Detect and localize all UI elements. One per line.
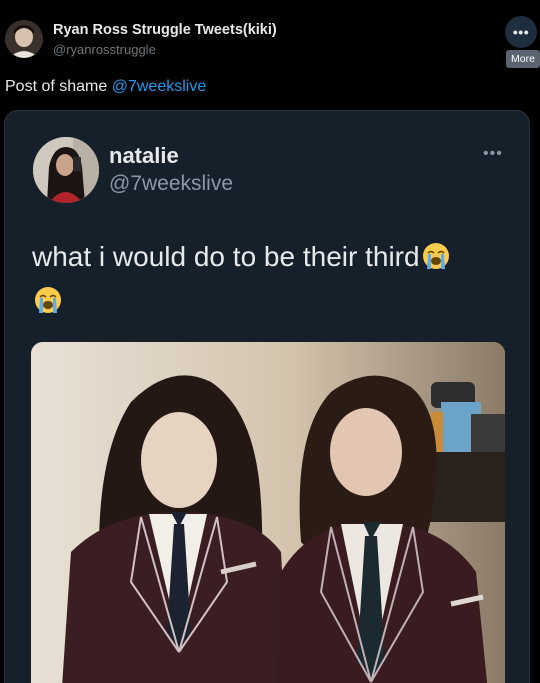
more-horizontal-icon: ••• xyxy=(512,24,530,40)
quoted-tweet-card[interactable]: natalie @7weekslive ••• what i would do … xyxy=(4,110,530,683)
loudly-crying-face-icon xyxy=(35,287,61,313)
author-handle[interactable]: @ryanrosstruggle xyxy=(53,42,156,57)
more-button[interactable]: ••• xyxy=(505,16,537,48)
tweet-header: Ryan Ross Struggle Tweets(kiki) @ryanros… xyxy=(0,0,540,76)
quoted-avatar[interactable] xyxy=(33,137,99,203)
more-horizontal-icon[interactable]: ••• xyxy=(483,145,503,163)
author-name[interactable]: Ryan Ross Struggle Tweets(kiki) xyxy=(53,22,277,38)
post-text: Post of shame @7weekslive xyxy=(5,78,206,96)
avatar[interactable] xyxy=(5,20,43,58)
mention-link[interactable]: @7weekslive xyxy=(112,78,207,95)
quoted-author-name[interactable]: natalie xyxy=(109,143,179,169)
loudly-crying-face-icon xyxy=(422,243,449,269)
quoted-tweet-text: what i would do to be their third xyxy=(32,235,512,323)
post-text-prefix: Post of shame xyxy=(5,78,112,95)
quoted-author-handle[interactable]: @7weekslive xyxy=(109,172,233,196)
quoted-tweet-photo[interactable] xyxy=(31,342,505,683)
more-tooltip: More xyxy=(506,50,540,68)
quoted-text-body: what i would do to be their third xyxy=(32,241,420,272)
